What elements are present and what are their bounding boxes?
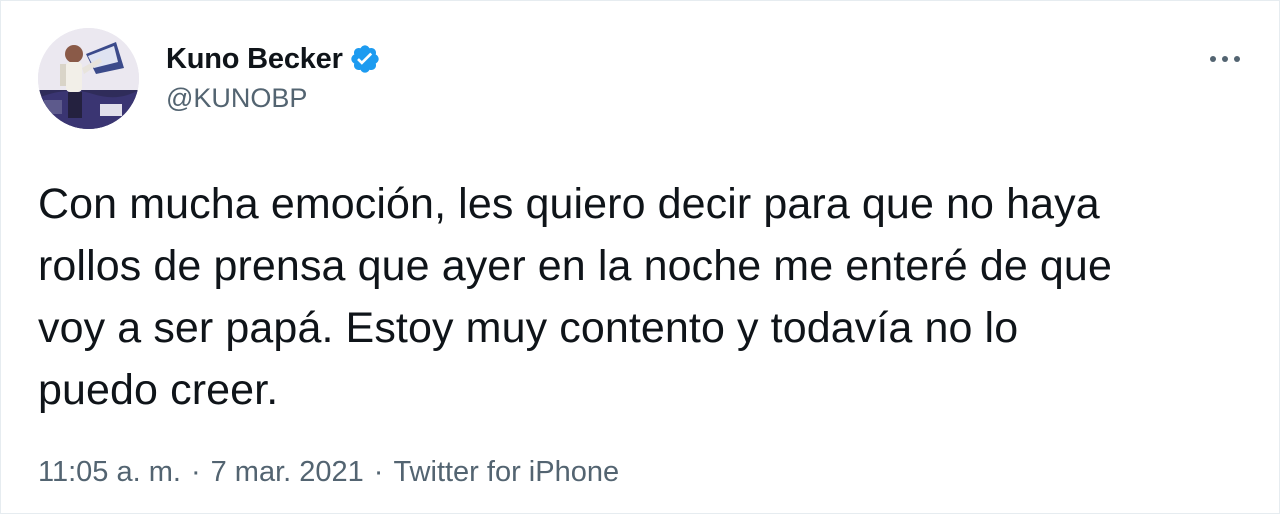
more-dots-icon [1234,56,1240,62]
profile-photo [38,28,139,129]
more-dots-icon [1210,56,1216,62]
tweet-text: Con mucha emoción, les quiero decir para… [38,180,1112,414]
author-avatar[interactable] [38,28,139,129]
author-handle[interactable]: @KUNOBP [166,83,381,114]
tweet-card: Kuno Becker @KUNOBP Con mucha emoción, l… [0,0,1280,514]
author-info: Kuno Becker @KUNOBP [166,39,381,114]
more-dots-icon [1222,56,1228,62]
tweet-timestamp-date[interactable]: 7 mar. 2021 [211,456,364,489]
tweet-source[interactable]: Twitter for iPhone [393,456,619,489]
meta-separator: · [373,456,384,488]
meta-separator: · [190,456,201,488]
tweet-timestamp-time[interactable]: 11:05 a. m. [38,456,181,489]
verified-badge-icon [349,43,381,75]
author-display-name[interactable]: Kuno Becker [166,43,343,76]
tweet-metadata: 11:05 a. m. · 7 mar. 2021 · Twitter for … [38,456,619,489]
more-options-button[interactable] [1201,41,1249,77]
author-name-row: Kuno Becker [166,39,381,79]
